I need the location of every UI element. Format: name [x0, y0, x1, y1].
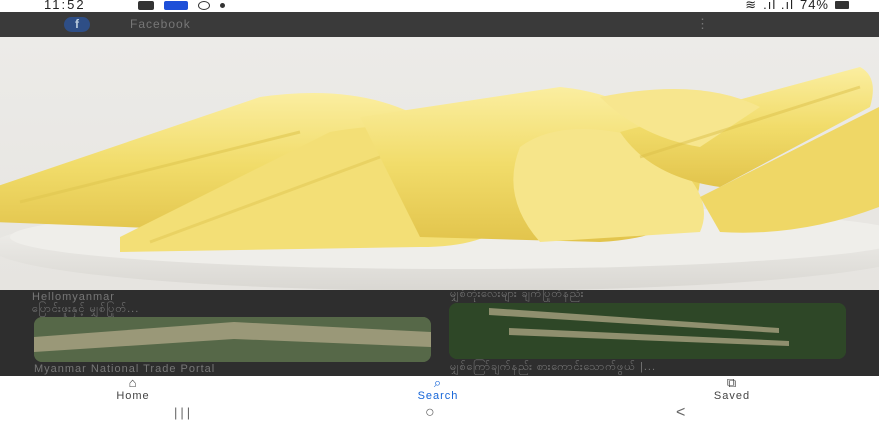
app-badge-icon	[164, 1, 188, 10]
status-time: 11:52	[44, 0, 86, 12]
bottom-navigation: ⌂ Home ⌕ Search ⧉ Saved	[0, 376, 879, 402]
app-title: Facebook	[130, 17, 191, 31]
result-caption[interactable]: မျှစ်တုံးလေးများ ချက်ပြုတ်နည်း	[450, 290, 584, 303]
nav-home[interactable]: ⌂ Home	[108, 376, 158, 402]
result-thumbnail[interactable]	[449, 303, 846, 359]
nav-search-label: Search	[417, 390, 459, 402]
home-button[interactable]: ○	[425, 404, 435, 422]
home-icon: ⌂	[128, 375, 138, 390]
bamboo-shoots-image	[0, 67, 879, 290]
recents-button[interactable]: |||	[174, 405, 193, 420]
more-options-icon[interactable]: ⋮	[696, 16, 709, 32]
result-source: Myanmar National Trade Portal	[34, 363, 216, 375]
system-navigation-bar: ||| ○ <	[0, 402, 879, 424]
back-button[interactable]: <	[676, 404, 685, 422]
system-status-icons: ≋ .ıl .ıl 74%	[745, 0, 849, 11]
message-icon	[138, 1, 154, 10]
bamboo-thumbnail-image	[449, 303, 846, 359]
battery-icon	[835, 1, 849, 9]
saved-icon: ⧉	[726, 375, 738, 390]
image-results: Hellomyanmar ပြောင်းဖူးနှင့် မျှစ်ပြုတ်.…	[0, 290, 879, 376]
image-preview[interactable]	[0, 37, 879, 290]
signal-icon: .ıl .ıl	[763, 0, 794, 12]
result-thumbnail[interactable]	[34, 317, 431, 362]
nav-search[interactable]: ⌕ Search	[398, 376, 478, 402]
facebook-icon[interactable]: f	[64, 17, 90, 32]
notification-icons	[138, 1, 225, 10]
result-caption[interactable]: မျှစ်ကြော်ချက်နည်း စားကောင်းသောက်ဖွယ် |.…	[450, 360, 656, 376]
status-bar: 11:52 ≋ .ıl .ıl 74%	[0, 0, 879, 12]
battery-percentage: 74%	[799, 0, 829, 12]
search-icon: ⌕	[433, 375, 443, 390]
result-caption[interactable]: ပြောင်းဖူးနှင့် မျှစ်ပြုတ်...	[32, 302, 139, 318]
nav-saved[interactable]: ⧉ Saved	[692, 376, 772, 402]
wifi-icon: ≋	[745, 0, 758, 12]
sync-icon	[198, 1, 210, 10]
app-header: f Facebook ⋮	[0, 12, 879, 38]
nav-home-label: Home	[116, 390, 150, 402]
bamboo-thumbnail-image	[34, 317, 431, 362]
nav-saved-label: Saved	[713, 390, 751, 402]
notification-dot-icon	[220, 3, 225, 8]
